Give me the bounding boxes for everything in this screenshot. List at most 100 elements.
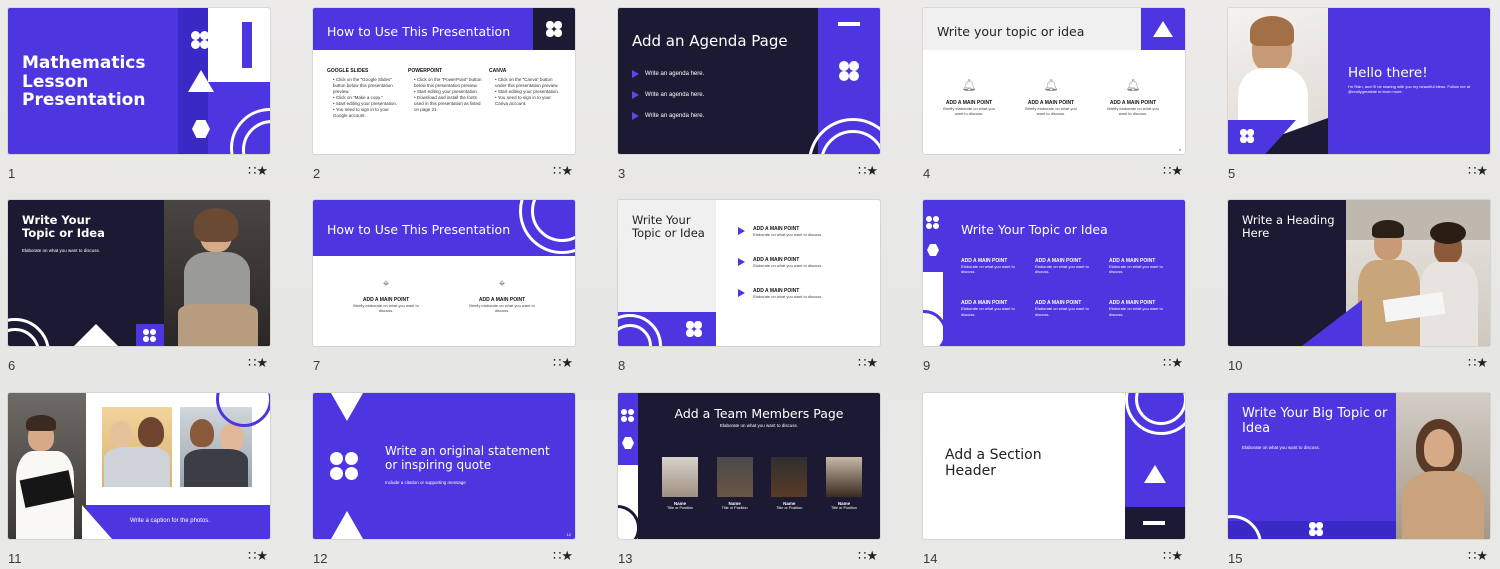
slide-transition-icon[interactable]: ∷★ — [553, 549, 573, 564]
slide-thumbnail-10[interactable]: Write a Heading Here — [1228, 200, 1490, 346]
main-point-desc: Elaborate on what you want to discuss. — [753, 294, 823, 300]
member-photo — [716, 457, 753, 497]
flower-logo-icon — [621, 409, 634, 422]
slide-cell-1[interactable]: Mathematics Lesson Presentation 1 ∷★ — [8, 8, 270, 184]
slide-title: Add an Agenda Page — [632, 32, 788, 50]
group-photo — [1346, 200, 1490, 346]
bullet-icon — [632, 91, 639, 99]
slide-thumbnail-12[interactable]: Write an original statement or inspiring… — [313, 393, 575, 539]
column-heading: GOOGLE SLIDES — [327, 68, 369, 74]
flower-logo-icon — [1240, 129, 1254, 143]
page-number: 4 — [1178, 147, 1181, 152]
slide-thumbnail-4[interactable]: Write your topic or idea 🔔︎ ADD A MAIN P… — [923, 8, 1185, 154]
slide-thumbnail-7[interactable]: How to Use This Presentation ⌖ ADD A MAI… — [313, 200, 575, 346]
slide-cell-11[interactable]: Write a caption for the photos. 11 ∷★ — [8, 393, 270, 569]
slide-transition-icon[interactable]: ∷★ — [1163, 356, 1183, 371]
quote-text: Write an original statement or inspiring… — [385, 444, 550, 472]
slide-cell-5[interactable]: Hello there! I'm Rain, and I'll be shari… — [1228, 8, 1490, 184]
pin-icon: ⌖ — [382, 278, 390, 290]
slide-description: I'm Rain, and I'll be sharing with you m… — [1348, 84, 1471, 95]
bell-icon: 🔔︎ — [961, 78, 977, 92]
member-role: Title or Position — [721, 506, 748, 510]
main-point-desc: Elaborate on what you want to discuss. — [1109, 264, 1163, 275]
slide-transition-icon[interactable]: ∷★ — [1468, 164, 1488, 179]
slide-cell-12[interactable]: Write an original statement or inspiring… — [313, 393, 575, 569]
slide-sorter-grid: Mathematics Lesson Presentation 1 ∷★ How… — [0, 0, 1500, 569]
slide-cell-4[interactable]: Write your topic or idea 🔔︎ ADD A MAIN P… — [923, 8, 1185, 184]
agenda-item: Write an agenda here. — [645, 92, 705, 98]
flower-logo-icon — [838, 60, 860, 82]
page-number: 12 — [566, 532, 571, 537]
member-role: Title or Position — [666, 506, 694, 510]
slide-thumbnail-1[interactable]: Mathematics Lesson Presentation — [8, 8, 270, 154]
triangle-shape — [74, 324, 118, 346]
slide-cell-2[interactable]: How to Use This Presentation GOOGLE SLID… — [313, 8, 575, 184]
slide-thumbnail-9[interactable]: Write Your Topic or Idea ADD A MAIN POIN… — [923, 200, 1185, 346]
member-role: Title or Position — [776, 506, 803, 510]
slide-transition-icon[interactable]: ∷★ — [248, 356, 268, 371]
pin-icon: ⌖ — [498, 278, 506, 290]
slide-thumbnail-11[interactable]: Write a caption for the photos. — [8, 393, 270, 539]
teacher-photo — [8, 393, 86, 539]
slide-cell-8[interactable]: Write Your Topic or Idea ADD A MAIN POIN… — [618, 200, 880, 376]
main-point-desc: Elaborate on what you want to discuss. — [1035, 264, 1089, 275]
slide-cell-9[interactable]: Write Your Topic or Idea ADD A MAIN POIN… — [923, 200, 1185, 376]
main-point-desc: Elaborate on what you want to discuss. — [1109, 306, 1163, 317]
slide-thumbnail-13[interactable]: Add a Team Members Page Elaborate on wha… — [618, 393, 880, 539]
slide-transition-icon[interactable]: ∷★ — [1163, 549, 1183, 564]
slide-thumbnail-3[interactable]: Add an Agenda Page Write an agenda here.… — [618, 8, 880, 154]
slide-number: 10 — [1228, 358, 1243, 373]
flower-logo-icon — [546, 21, 562, 37]
slide-thumbnail-6[interactable]: Write Your Topic or Idea Elaborate on wh… — [8, 200, 270, 346]
main-point-desc: Elaborate on what you want to discuss. — [1035, 306, 1089, 317]
slide-transition-icon[interactable]: ∷★ — [1468, 549, 1488, 564]
main-point-desc: Elaborate on what you want to discuss. — [753, 232, 823, 237]
list-item: • Click on the "Google Slides" button be… — [333, 77, 393, 95]
slide-cell-15[interactable]: Write Your Big Topic or Idea Elaborate o… — [1228, 393, 1490, 569]
slide-cell-7[interactable]: How to Use This Presentation ⌖ ADD A MAI… — [313, 200, 575, 376]
quote-citation: Include a citation or supporting message — [385, 480, 466, 485]
slide-transition-icon[interactable]: ∷★ — [1163, 164, 1183, 179]
slide-transition-icon[interactable]: ∷★ — [553, 164, 573, 179]
triangle-shape — [1153, 21, 1173, 37]
agenda-item: Write an agenda here. — [645, 71, 705, 77]
slide-transition-icon[interactable]: ∷★ — [858, 356, 878, 371]
slide-thumbnail-15[interactable]: Write Your Big Topic or Idea Elaborate o… — [1228, 393, 1490, 539]
slide-transition-icon[interactable]: ∷★ — [553, 356, 573, 371]
slide-thumbnail-14[interactable]: Add a Section Header — [923, 393, 1185, 539]
slide-number: 2 — [313, 166, 321, 181]
slide-thumbnail-5[interactable]: Hello there! I'm Rain, and I'll be shari… — [1228, 8, 1490, 154]
slide-cell-13[interactable]: Add a Team Members Page Elaborate on wha… — [618, 393, 880, 569]
slide-transition-icon[interactable]: ∷★ — [858, 549, 878, 564]
slide-transition-icon[interactable]: ∷★ — [248, 549, 268, 564]
member-role: Title or Position — [830, 506, 857, 510]
flower-logo-icon — [143, 329, 156, 342]
slide-cell-14[interactable]: Add a Section Header 14 ∷★ — [923, 393, 1185, 569]
member-photo — [825, 457, 862, 497]
flower-logo-icon — [1309, 522, 1323, 536]
slide-thumbnail-2[interactable]: How to Use This Presentation GOOGLE SLID… — [313, 8, 575, 154]
slide-number: 8 — [618, 358, 626, 373]
slide-number: 4 — [923, 166, 931, 181]
main-point-desc: Elaborate on what you want to discuss. — [961, 306, 1015, 317]
slide-cell-10[interactable]: Write a Heading Here 10 ∷★ — [1228, 200, 1490, 376]
slide-transition-icon[interactable]: ∷★ — [1468, 356, 1488, 371]
triangle-shape — [188, 70, 214, 92]
list-item: • Click on the "PowerPoint" button below… — [414, 77, 482, 89]
column-heading: POWERPOINT — [408, 68, 443, 74]
slide-cell-3[interactable]: Add an Agenda Page Write an agenda here.… — [618, 8, 880, 184]
slide-transition-icon[interactable]: ∷★ — [858, 164, 878, 179]
main-point-desc: Briefly elaborate on what you want to di… — [943, 106, 995, 117]
slide-transition-icon[interactable]: ∷★ — [248, 164, 268, 179]
slide-number: 9 — [923, 358, 931, 373]
slide-number: 1 — [8, 166, 16, 181]
photo-caption: Write a caption for the photos. — [130, 518, 210, 524]
slide-title: Write a Heading Here — [1242, 213, 1335, 240]
slide-number: 7 — [313, 358, 321, 373]
slide-number: 14 — [923, 551, 938, 566]
bullet-icon — [738, 289, 745, 298]
main-point-desc: Briefly elaborate on what you want to di… — [353, 303, 419, 314]
slide-thumbnail-8[interactable]: Write Your Topic or Idea ADD A MAIN POIN… — [618, 200, 880, 346]
bullet-icon — [738, 258, 745, 267]
slide-cell-6[interactable]: Write Your Topic or Idea Elaborate on wh… — [8, 200, 270, 376]
